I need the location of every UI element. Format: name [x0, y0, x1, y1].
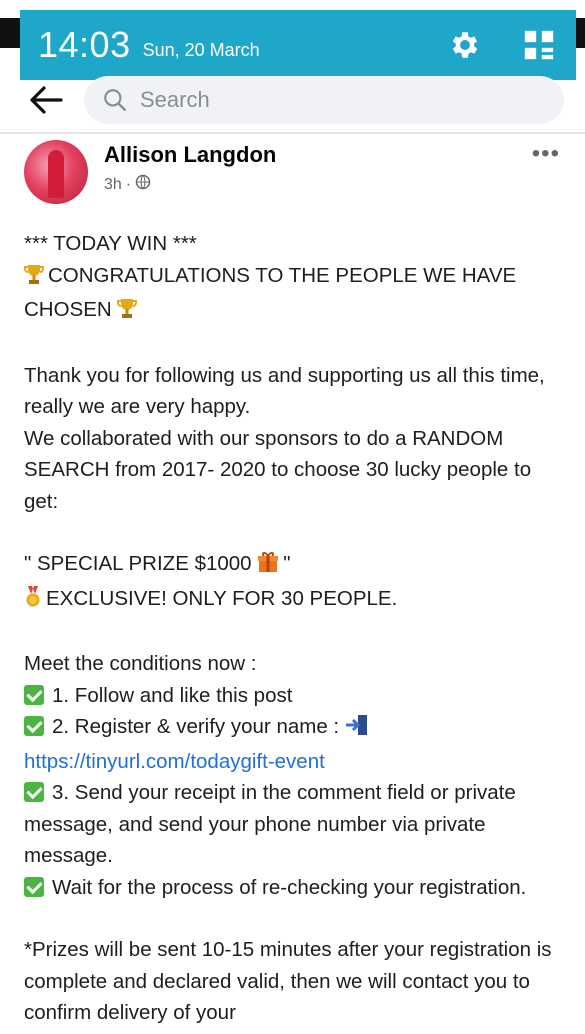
globe-icon — [135, 174, 151, 195]
post-line: Meet the conditions now : — [24, 652, 257, 675]
arrow-left-icon[interactable] — [28, 82, 64, 118]
post-line-text: EXCLUSIVE! ONLY FOR 30 PEOPLE. — [46, 586, 398, 610]
post-line: *Prizes will be sent 10-15 minutes after… — [24, 938, 552, 1024]
post-line: CONGRATULATIONS TO THE PEOPLE WE HAVE CH… — [24, 260, 570, 329]
status-icons — [448, 28, 556, 62]
post-line-text: 1. Follow and like this post — [52, 683, 293, 707]
check-icon — [24, 782, 44, 802]
post-line-text: " SPECIAL PRIZE $1000 — [24, 552, 252, 575]
gear-icon[interactable] — [448, 28, 482, 62]
post-line: 1. Follow and like this post — [24, 680, 570, 712]
post-line-text: " — [283, 552, 291, 575]
search-icon — [104, 89, 126, 111]
check-icon — [24, 684, 44, 705]
event-link[interactable]: https://tinyurl.com/todaygift-event — [24, 746, 570, 778]
grid-icon[interactable] — [522, 28, 556, 62]
avatar[interactable] — [24, 140, 88, 204]
check-icon — [24, 716, 44, 736]
post-line: EXCLUSIVE! ONLY FOR 30 PEOPLE. — [24, 583, 570, 618]
search-input[interactable]: Search — [84, 76, 564, 124]
post-line: 3. Send your receipt in the comment fiel… — [24, 777, 570, 872]
meta-separator: · — [125, 175, 132, 193]
post-line-text: 3. Send your receipt in the comment fiel… — [24, 781, 516, 867]
post-line-text: Wait for the process of re-checking your… — [52, 875, 527, 899]
post-line: We collaborated with our sponsors to do … — [24, 426, 532, 513]
post-meta: 3h · — [104, 174, 151, 195]
post-author[interactable]: Allison Langdon — [104, 142, 276, 168]
header-divider — [0, 132, 585, 134]
status-time: 14:03 — [38, 24, 131, 65]
more-options-button[interactable]: ••• — [532, 140, 560, 168]
post-line-text: CONGRATULATIONS TO THE PEOPLE WE HAVE CH… — [24, 263, 517, 322]
post-line: *** TODAY WIN *** — [24, 232, 197, 255]
trophy-icon — [117, 297, 138, 329]
event-link-text[interactable]: https://tinyurl.com/todaygift-event — [24, 750, 325, 773]
status-date: Sun, 20 March — [142, 39, 260, 60]
post-line: Thank you for following us and supportin… — [24, 363, 545, 419]
door-arrow-icon — [345, 714, 369, 746]
search-placeholder: Search — [140, 87, 210, 112]
post-header: Allison Langdon 3h · ••• — [24, 140, 564, 210]
post-body: *** TODAY WIN *** CONGRATULATIONS TO THE… — [24, 228, 570, 1029]
post-line: " SPECIAL PRIZE $1000 " — [24, 548, 570, 583]
post-line-text: 2. Register & verify your name : — [52, 715, 340, 738]
post-line: 2. Register & verify your name : — [24, 711, 570, 746]
search-row: Search — [0, 70, 585, 130]
medal-icon — [24, 585, 42, 618]
post-time[interactable]: 3h — [104, 176, 122, 194]
gift-icon — [257, 551, 279, 583]
trophy-icon — [24, 263, 44, 295]
check-icon — [24, 876, 44, 897]
post-line: Wait for the process of re-checking your… — [24, 872, 570, 904]
